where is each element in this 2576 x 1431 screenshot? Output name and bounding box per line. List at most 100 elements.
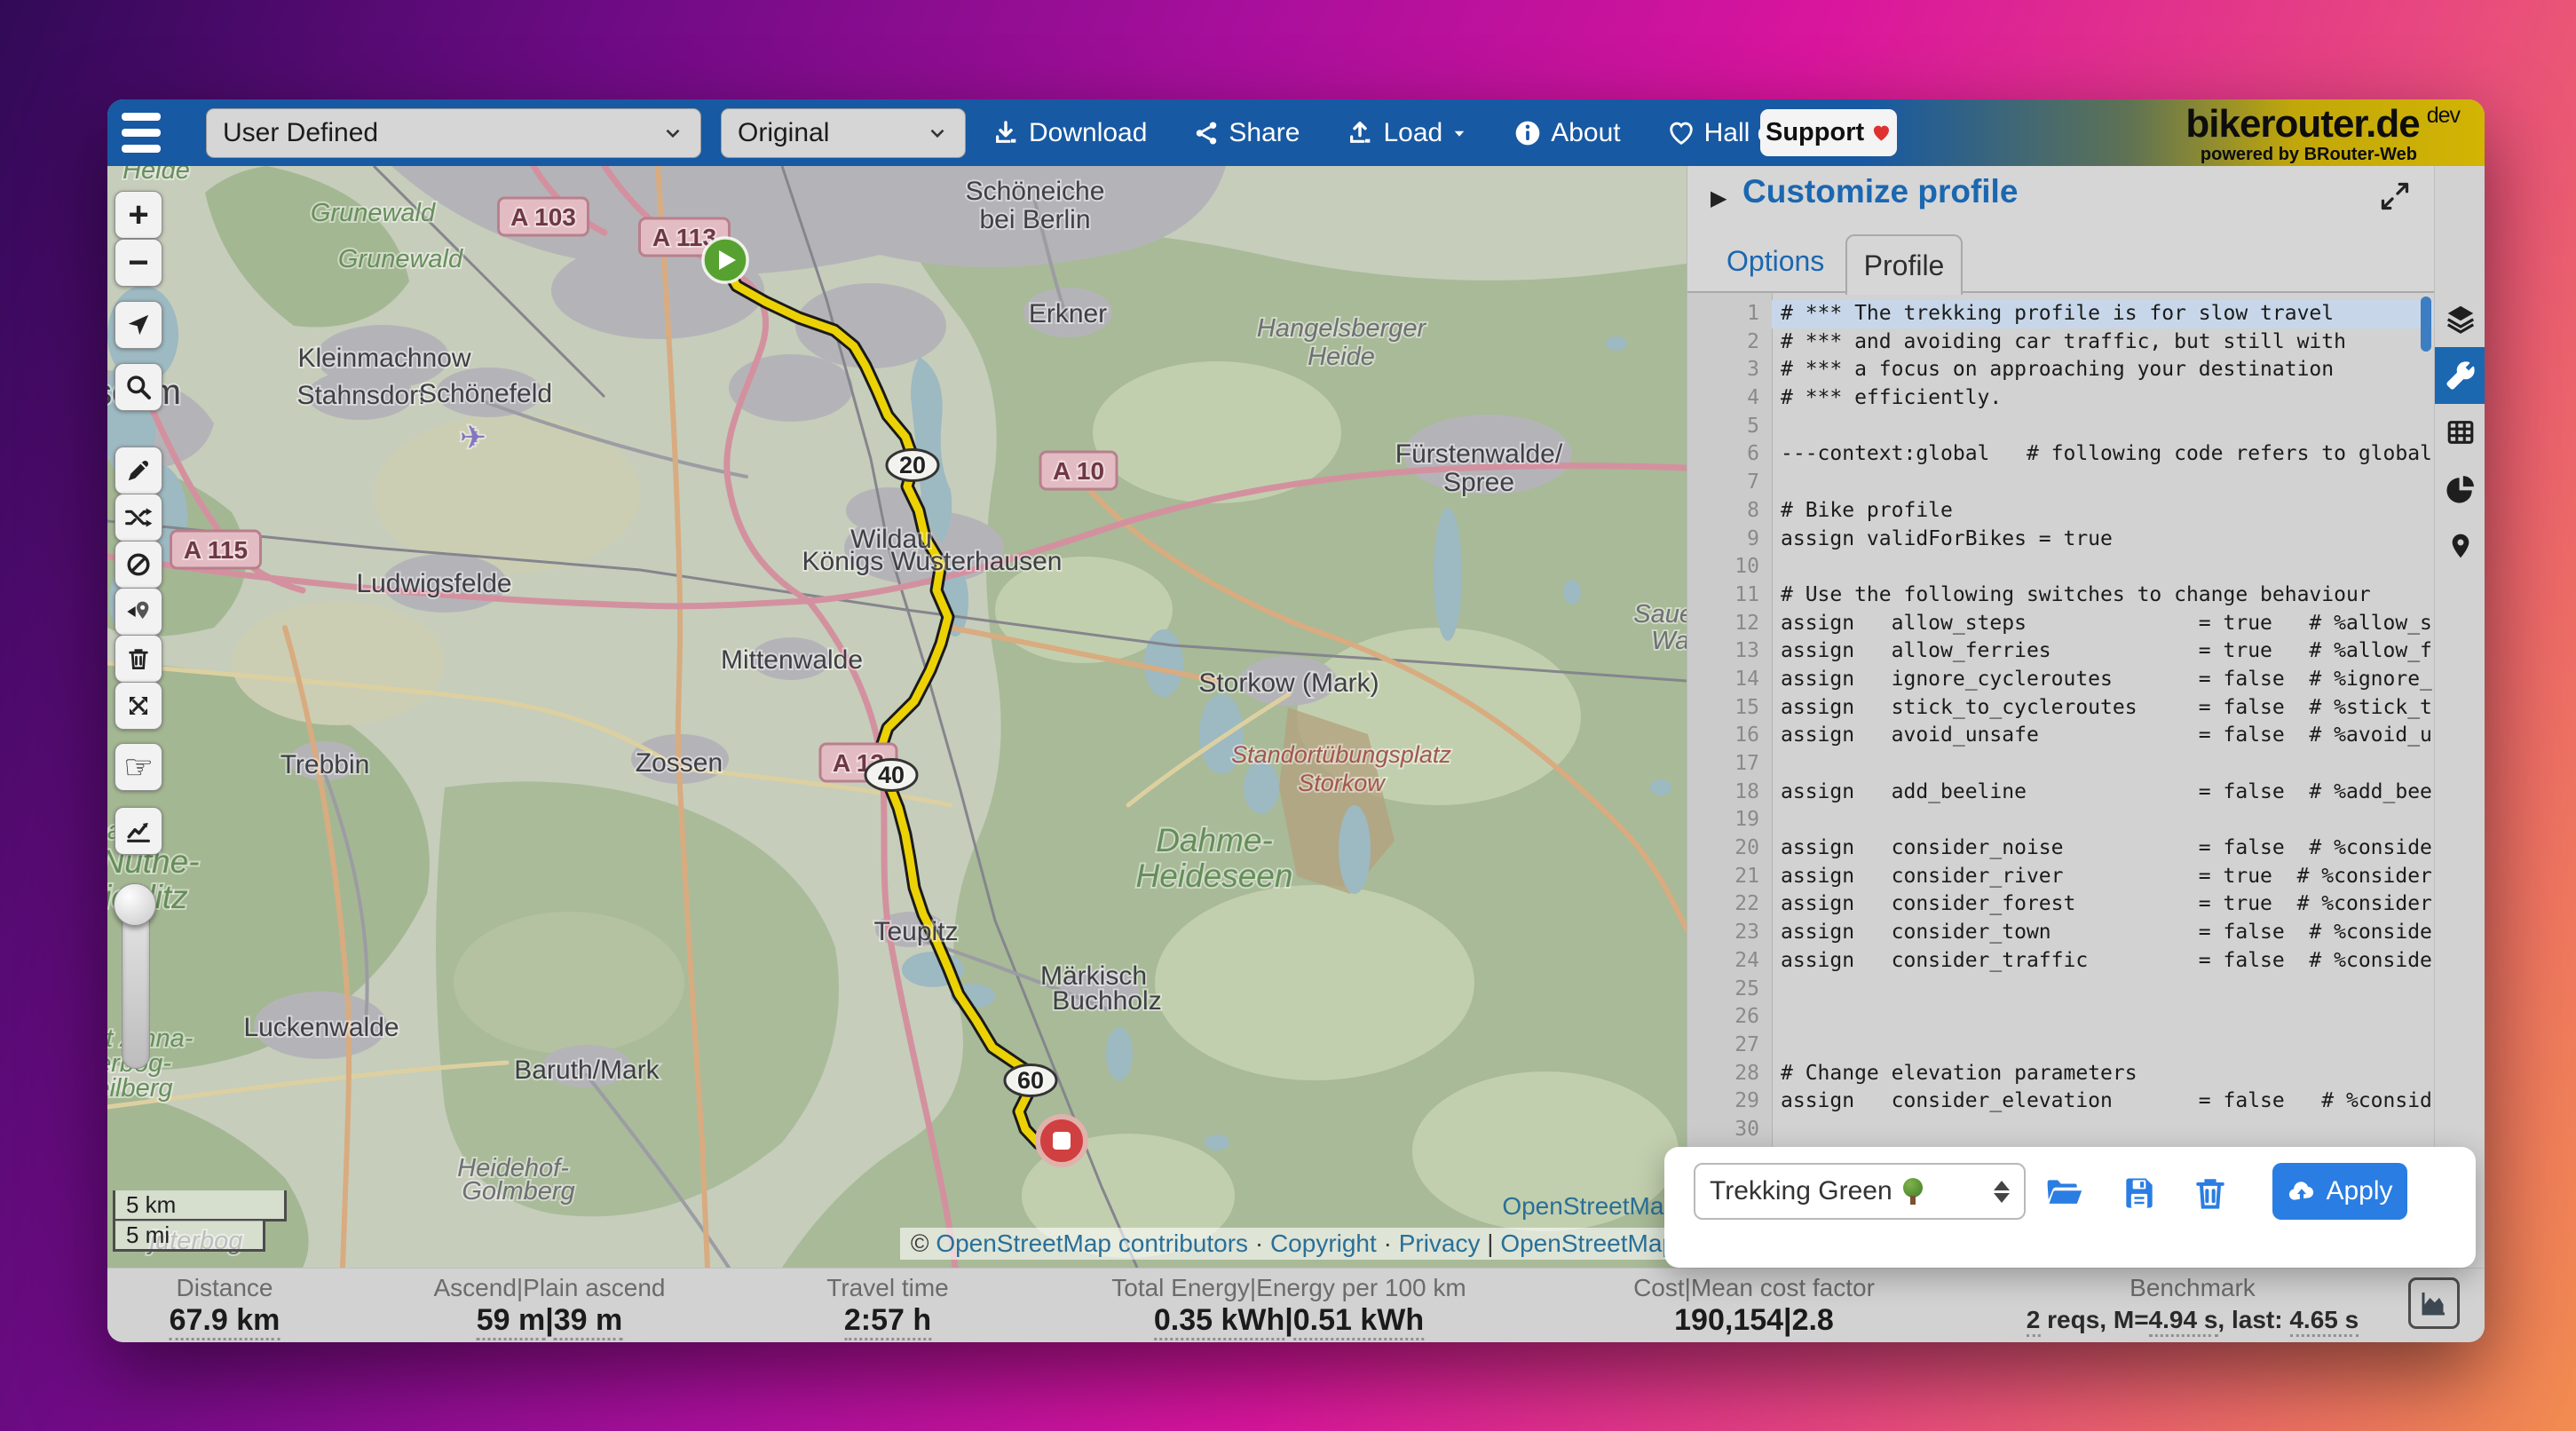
about-label: About xyxy=(1551,118,1620,148)
code-line[interactable]: 6---context:global # following code refe… xyxy=(1687,440,2434,469)
svg-text:60: 60 xyxy=(1017,1067,1044,1094)
collapse-caret-icon[interactable]: ▶ xyxy=(1711,186,1727,211)
attribution-link[interactable]: OpenStreetMap contributors xyxy=(936,1229,1248,1257)
start-marker[interactable] xyxy=(703,238,747,282)
pointer-hand-button[interactable]: ☞ xyxy=(115,743,162,791)
code-line[interactable]: 20assign consider_noise = false # %consi… xyxy=(1687,834,2434,863)
reverse-route-button[interactable] xyxy=(115,494,162,542)
alternative-select[interactable]: Original xyxy=(721,108,966,158)
code-line[interactable]: 1# *** The trekking profile is for slow … xyxy=(1687,300,2434,328)
code-line[interactable]: 14assign ignore_cycleroutes = false # %i… xyxy=(1687,666,2434,694)
about-button[interactable]: About xyxy=(1508,117,1625,149)
code-line[interactable]: 3# *** a focus on approaching your desti… xyxy=(1687,356,2434,384)
tab-options[interactable]: Options xyxy=(1727,245,1824,278)
code-line[interactable]: 11# Use the following switches to change… xyxy=(1687,581,2434,610)
poi-pin-button[interactable] xyxy=(115,588,162,636)
code-line[interactable]: 13assign allow_ferries = true # %allow_f xyxy=(1687,637,2434,666)
search-button[interactable] xyxy=(115,363,162,411)
profile-select[interactable]: User Defined xyxy=(206,108,701,158)
code-line[interactable]: 16assign avoid_unsafe = false # %avoid_u xyxy=(1687,722,2434,750)
download-button[interactable]: Download xyxy=(986,117,1152,149)
attribution-layer-link[interactable]: OpenStreetMap xyxy=(1502,1192,1678,1221)
code-line[interactable]: 25 xyxy=(1687,976,2434,1004)
draw-route-button[interactable] xyxy=(115,447,162,494)
code-line[interactable]: 27 xyxy=(1687,1032,2434,1060)
save-button[interactable] xyxy=(2120,1174,2159,1213)
code-line[interactable]: 8# Bike profile xyxy=(1687,497,2434,526)
map-label: Grunewald xyxy=(338,245,463,273)
map-label: Schönefeld xyxy=(419,379,552,408)
pencil-icon xyxy=(125,457,152,484)
opacity-slider-handle[interactable] xyxy=(114,883,156,926)
map-label: bei Berlin xyxy=(979,205,1090,234)
zoom-to-route-button[interactable] xyxy=(115,682,162,730)
route-stats-bar: Distance67.9 kmAscend|Plain ascend59 m|3… xyxy=(107,1268,2485,1342)
zoom-in-button[interactable]: + xyxy=(115,191,162,239)
code-line[interactable]: 29assign consider_elevation = false # %c… xyxy=(1687,1087,2434,1116)
map-label: Grunewald xyxy=(311,199,436,227)
locate-button[interactable] xyxy=(115,301,162,349)
code-line[interactable]: 2# *** and avoiding car traffic, but sti… xyxy=(1687,328,2434,357)
elevation-stats-button[interactable] xyxy=(115,807,162,855)
elevation-chart-toggle[interactable] xyxy=(2408,1277,2460,1329)
map-label: Erkner xyxy=(1029,299,1107,328)
code-line[interactable]: 21assign consider_river = true # %consid… xyxy=(1687,863,2434,891)
map-label: Heide xyxy=(1308,343,1375,371)
stat-total-energy-energy-per-100-km: Total Energy|Energy per 100 km0.35 kWh|0… xyxy=(1111,1274,1466,1338)
code-line[interactable]: 18assign add_beeline = false # %add_bee xyxy=(1687,779,2434,807)
share-button[interactable]: Share xyxy=(1188,117,1305,149)
zoom-out-button[interactable]: − xyxy=(115,239,162,287)
code-line[interactable]: 30 xyxy=(1687,1116,2434,1144)
sidebar-item-statistics[interactable] xyxy=(2435,461,2485,518)
expand-panel-icon[interactable] xyxy=(2379,180,2411,212)
code-line[interactable]: 26 xyxy=(1687,1003,2434,1032)
sidebar-item-profile-settings[interactable] xyxy=(2435,347,2485,404)
editor-scrollbar[interactable] xyxy=(2421,296,2431,352)
end-marker[interactable] xyxy=(1038,1117,1086,1165)
wrench-icon xyxy=(2446,360,2476,391)
map-label: Baruth/Mark xyxy=(514,1055,660,1085)
map-label: eilberg xyxy=(107,1074,173,1103)
map-label: Luckenwalde xyxy=(243,1013,399,1042)
attribution-link[interactable]: Privacy xyxy=(1399,1229,1481,1257)
code-line[interactable]: 10 xyxy=(1687,553,2434,581)
map[interactable]: A 103A 113A 115A 10A 13204060 HeideGrune… xyxy=(107,166,1687,1268)
code-line[interactable]: 15assign stick_to_cycleroutes = false # … xyxy=(1687,694,2434,723)
app-logo[interactable]: bikerouter.dedev powered by BRouter-Web xyxy=(2185,105,2460,163)
code-line[interactable]: 4# *** efficiently. xyxy=(1687,384,2434,413)
attribution-link[interactable]: Copyright xyxy=(1270,1229,1377,1257)
apply-button[interactable]: Apply xyxy=(2272,1163,2407,1220)
opacity-slider-track[interactable] xyxy=(122,903,150,1069)
load-button[interactable]: Load xyxy=(1340,117,1473,149)
code-line[interactable]: 28# Change elevation parameters xyxy=(1687,1060,2434,1088)
code-line[interactable]: 7 xyxy=(1687,469,2434,497)
svg-text:A 103: A 103 xyxy=(510,203,576,231)
sidebar-item-layers[interactable] xyxy=(2435,290,2485,347)
code-line[interactable]: 17 xyxy=(1687,750,2434,779)
code-line[interactable]: 9assign validForBikes = true xyxy=(1687,526,2434,554)
cloud-upload-icon xyxy=(2287,1176,2317,1206)
attribution-link[interactable]: OpenStreetMap xyxy=(1500,1229,1676,1257)
pin-arrow-icon xyxy=(124,597,153,626)
code-line[interactable]: 19 xyxy=(1687,806,2434,834)
map-label: Heideseen xyxy=(1136,858,1293,894)
support-label: Support xyxy=(1766,118,1864,147)
table-icon xyxy=(2446,417,2476,447)
code-line[interactable]: 23assign consider_town = false # %consid… xyxy=(1687,919,2434,947)
svg-text:A 115: A 115 xyxy=(184,536,248,564)
support-button[interactable]: Support xyxy=(1760,109,1897,156)
profile-preset-select[interactable]: Trekking Green xyxy=(1694,1163,2026,1220)
tab-profile[interactable]: Profile xyxy=(1845,234,1963,295)
code-line[interactable]: 22assign consider_forest = true # %consi… xyxy=(1687,890,2434,919)
delete-route-button[interactable] xyxy=(115,635,162,683)
code-line[interactable]: 24assign consider_traffic = false # %con… xyxy=(1687,947,2434,976)
code-line[interactable]: 12assign allow_steps = true # %allow_s xyxy=(1687,610,2434,638)
sidebar-item-data-table[interactable] xyxy=(2435,404,2485,461)
menu-icon[interactable] xyxy=(122,113,164,153)
open-folder-button[interactable] xyxy=(2044,1174,2083,1213)
sidebar-item-pois[interactable] xyxy=(2435,518,2485,574)
profile-code-editor[interactable]: 1# *** The trekking profile is for slow … xyxy=(1687,293,2434,1268)
code-line[interactable]: 5 xyxy=(1687,413,2434,441)
nogo-area-button[interactable] xyxy=(115,541,162,589)
delete-profile-button[interactable] xyxy=(2191,1174,2230,1213)
